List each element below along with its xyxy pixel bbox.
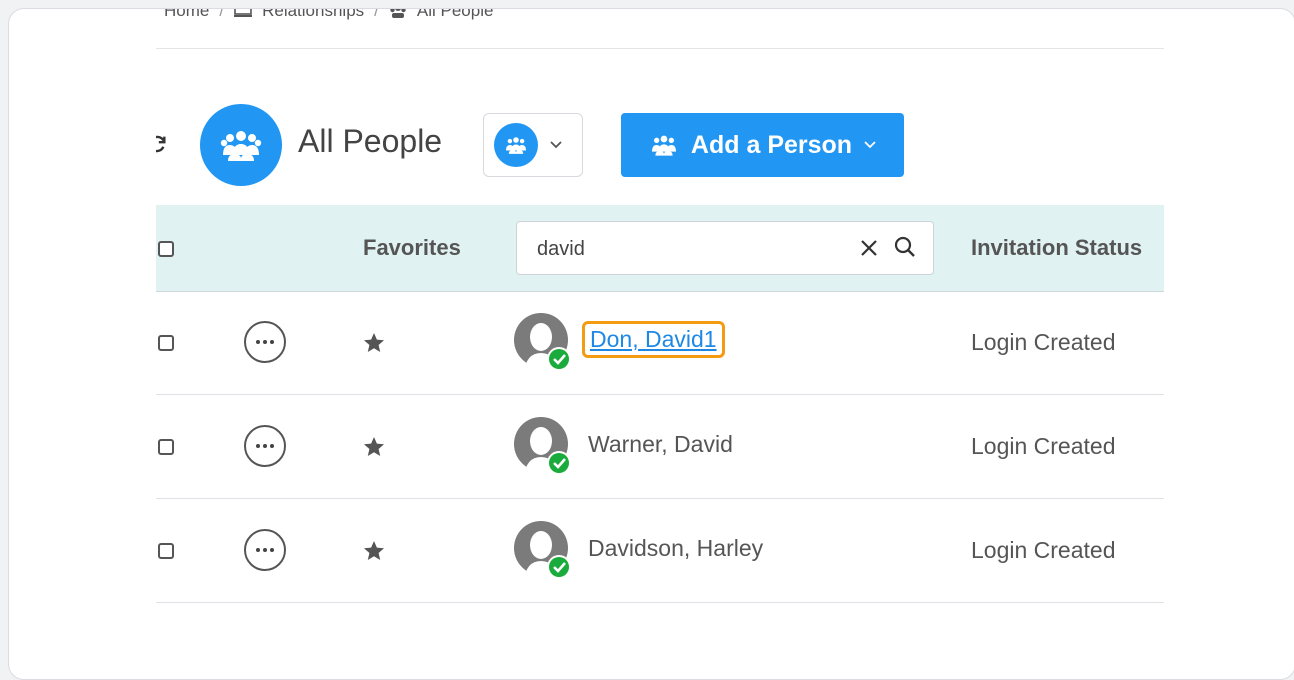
person-name-link[interactable]: Don, David1 bbox=[582, 321, 725, 358]
group-avatar bbox=[494, 123, 538, 167]
person-name-link[interactable]: Warner, David bbox=[588, 431, 733, 458]
table-row: Warner, David Login Created bbox=[156, 395, 1164, 499]
person-name-link[interactable]: Davidson, Harley bbox=[588, 535, 763, 562]
add-person-label: Add a Person bbox=[690, 130, 853, 159]
group-icon bbox=[390, 9, 406, 18]
chevron-down-icon bbox=[550, 141, 562, 149]
row-checkbox[interactable] bbox=[158, 439, 174, 455]
row-checkbox[interactable] bbox=[158, 335, 174, 351]
check-badge-icon bbox=[549, 349, 569, 369]
main-card: Home / Relationships / All People All Pe… bbox=[8, 8, 1294, 680]
divider bbox=[156, 48, 1164, 49]
user-avatar-icon bbox=[514, 417, 571, 477]
user-avatar-icon bbox=[514, 313, 571, 373]
refresh-icon[interactable] bbox=[156, 133, 168, 155]
group-icon bbox=[651, 135, 676, 156]
check-badge-icon bbox=[549, 557, 569, 577]
more-options-icon[interactable] bbox=[244, 529, 286, 571]
add-person-button[interactable]: Add a Person bbox=[621, 113, 904, 177]
favorites-column-header[interactable]: Favorites bbox=[363, 235, 461, 261]
invitation-status: Login Created bbox=[971, 433, 1116, 459]
search-icon[interactable] bbox=[893, 235, 917, 259]
chevron-down-icon bbox=[864, 141, 876, 149]
more-options-icon[interactable] bbox=[244, 321, 286, 363]
table-row: Davidson, Harley Login Created bbox=[156, 499, 1164, 603]
breadcrumb-home[interactable]: Home bbox=[164, 9, 209, 21]
close-icon[interactable] bbox=[857, 236, 881, 260]
table-row: Don, David1 Login Created bbox=[156, 291, 1164, 395]
people-avatar bbox=[200, 104, 282, 186]
breadcrumb-separator: / bbox=[374, 9, 379, 20]
invitation-status-column-header[interactable]: Invitation Status bbox=[971, 235, 1142, 261]
breadcrumb-separator: / bbox=[219, 9, 225, 20]
people-view-dropdown[interactable] bbox=[483, 113, 583, 177]
group-icon bbox=[220, 131, 262, 161]
page-title: All People bbox=[298, 123, 443, 159]
breadcrumb-all-people: All People bbox=[416, 9, 494, 20]
breadcrumb-relationships[interactable]: Relationships bbox=[262, 9, 364, 21]
more-options-icon[interactable] bbox=[244, 425, 286, 467]
check-badge-icon bbox=[549, 453, 569, 473]
group-icon bbox=[506, 137, 526, 154]
search-input[interactable] bbox=[535, 234, 839, 264]
star-icon[interactable] bbox=[362, 539, 386, 563]
breadcrumb: Home / Relationships / All People bbox=[164, 9, 493, 22]
select-all-checkbox[interactable] bbox=[158, 241, 174, 257]
relationships-icon bbox=[234, 9, 253, 17]
user-avatar-icon bbox=[514, 521, 571, 581]
invitation-status: Login Created bbox=[971, 537, 1116, 563]
star-icon[interactable] bbox=[362, 331, 386, 355]
content-area: Home / Relationships / All People All Pe… bbox=[156, 9, 1164, 667]
name-search-box bbox=[516, 221, 934, 275]
star-icon[interactable] bbox=[362, 435, 386, 459]
row-checkbox[interactable] bbox=[158, 543, 174, 559]
invitation-status: Login Created bbox=[971, 329, 1116, 355]
